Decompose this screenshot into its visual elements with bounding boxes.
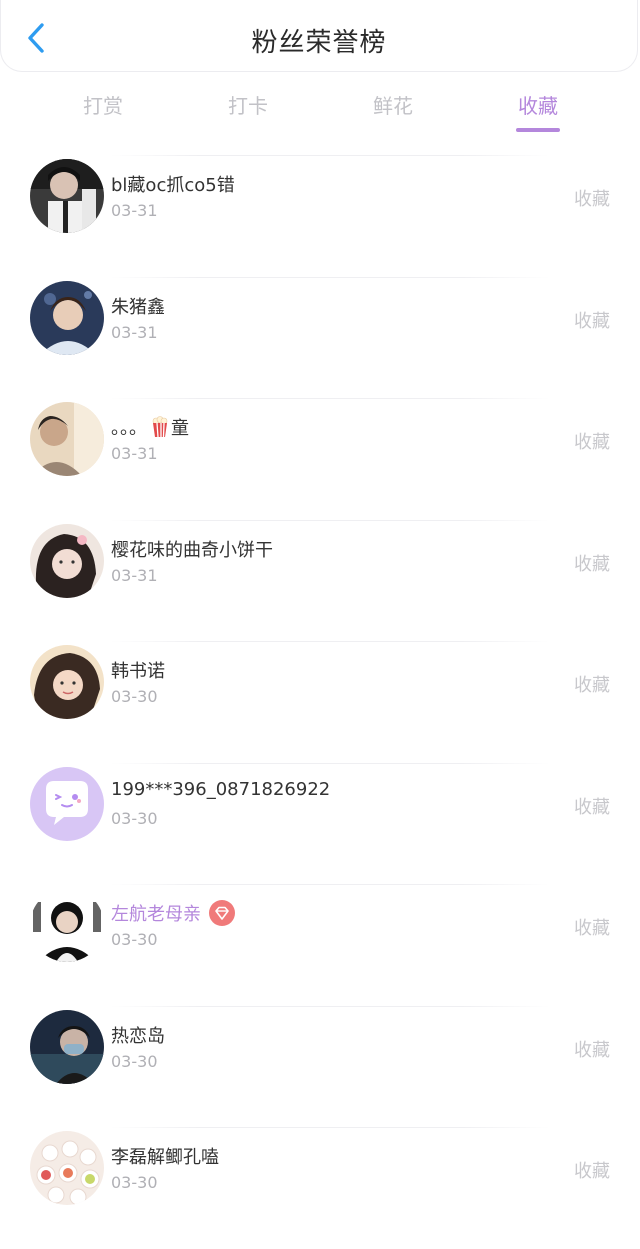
favorite-label: 收藏 (574, 189, 610, 210)
user-name-vip: 左航老母亲 (111, 900, 235, 926)
date-label: 03-30 (111, 1173, 158, 1192)
fan-list: bl藏oc抓co5错 03-31 收藏 朱猪鑫 03-31 收藏 。。。 童 0… (0, 155, 640, 1249)
avatar[interactable] (30, 1131, 104, 1205)
list-item[interactable]: 。。。 童 03-31 收藏 (0, 398, 640, 520)
avatar[interactable] (30, 645, 104, 719)
avatar[interactable] (30, 402, 104, 476)
list-item[interactable]: 热恋岛 03-30 收藏 (0, 1005, 640, 1128)
name-suffix: 童 (171, 418, 189, 439)
page-title: 粉丝荣誉榜 (251, 28, 387, 58)
avatar[interactable] (30, 523, 104, 598)
list-item[interactable]: 左航老母亲 03-30 收藏 (0, 884, 640, 1006)
favorite-label: 收藏 (574, 310, 610, 332)
vip-name-text: 左航老母亲 (111, 904, 201, 925)
date-label: 03-31 (111, 565, 158, 585)
list-item[interactable]: bl藏oc抓co5错 03-31 收藏 (0, 155, 640, 277)
date-label: 03-31 (111, 322, 158, 342)
list-item[interactable]: 李磊解鲫孔嗑 03-30 收藏 (0, 1127, 640, 1249)
date-label: 03-30 (111, 1051, 158, 1071)
favorite-label: 收藏 (574, 918, 610, 939)
tab-flowers[interactable]: 鲜花 (333, 90, 453, 119)
date-label: 03-31 (111, 444, 158, 463)
list-item[interactable]: 朱猪鑫 03-31 收藏 (0, 276, 640, 399)
tab-reward[interactable]: 打赏 (43, 90, 163, 119)
date-label: 03-30 (111, 930, 158, 949)
user-name: 朱猪鑫 (111, 296, 165, 318)
tab-bar: 打赏 打卡 鲜花 收藏 (0, 72, 640, 142)
top-bar: 粉丝荣誉榜 (0, 0, 638, 72)
user-name: 樱花味的曲奇小饼干 (111, 539, 273, 561)
user-name: 韩书诺 (111, 661, 165, 682)
list-item[interactable]: 韩书诺 03-30 收藏 (0, 641, 640, 763)
tab-favorites[interactable]: 收藏 (478, 90, 598, 119)
avatar[interactable] (30, 159, 104, 233)
diamond-badge-icon (209, 900, 235, 926)
date-label: 03-30 (111, 808, 158, 828)
active-tab-indicator (516, 128, 560, 132)
favorite-label: 收藏 (574, 1161, 610, 1182)
user-name: bl藏oc抓co5错 (111, 175, 235, 196)
tab-checkin[interactable]: 打卡 (188, 90, 308, 119)
date-label: 03-31 (111, 201, 158, 220)
favorite-label: 收藏 (574, 432, 610, 453)
user-name: 李磊解鲫孔嗑 (111, 1147, 219, 1168)
list-item[interactable]: 199***396_0871826922 03-30 收藏 (0, 762, 640, 885)
favorite-label: 收藏 (574, 796, 610, 818)
user-name: 199***396_0871826922 (111, 778, 331, 800)
avatar[interactable] (30, 280, 104, 355)
popcorn-icon (151, 416, 169, 438)
avatar[interactable] (30, 1009, 104, 1084)
user-name: 热恋岛 (111, 1025, 165, 1047)
avatar[interactable] (30, 766, 104, 841)
list-item[interactable]: 樱花味的曲奇小饼干 03-31 收藏 (0, 519, 640, 642)
favorite-label: 收藏 (574, 675, 610, 696)
favorite-label: 收藏 (574, 1039, 610, 1061)
favorite-label: 收藏 (574, 553, 610, 575)
date-label: 03-30 (111, 687, 158, 706)
name-prefix: 。。。 (111, 418, 147, 439)
avatar[interactable] (30, 888, 104, 962)
user-name: 。。。 童 (111, 414, 189, 440)
